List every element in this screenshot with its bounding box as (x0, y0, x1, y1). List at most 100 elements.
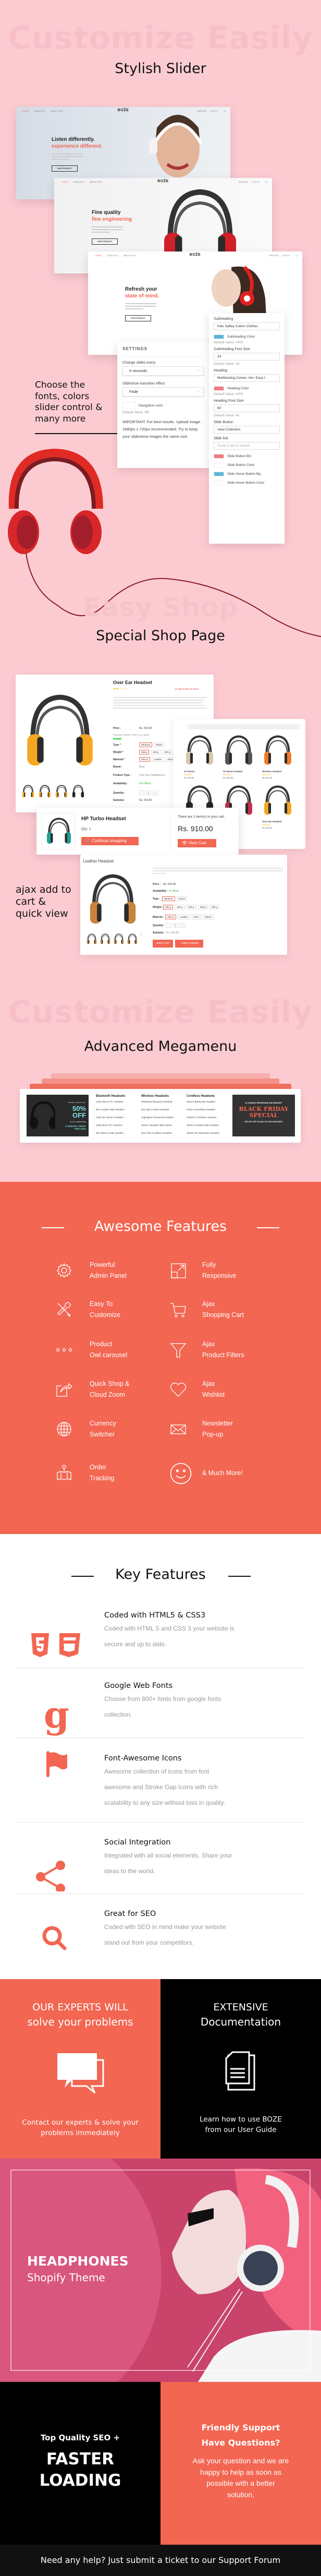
option[interactable]: Wired (177, 896, 188, 901)
promo-banner-left[interactable]: SMART HEAD INC. 50% OFF ON ANY HEADPHONE… (27, 1095, 89, 1136)
nav-color-swatch[interactable] (122, 402, 135, 409)
option[interactable]: Wired (154, 742, 165, 747)
qty-minus[interactable]: - (166, 923, 171, 928)
megamenu-link[interactable]: USB PC Cordless Headset (187, 1117, 231, 1124)
megamenu-link[interactable]: Stereo Bluetooth Headset (187, 1101, 231, 1109)
shop-product-button[interactable]: SHOP PRODUCT (125, 315, 152, 321)
change-slides-select[interactable]: 5 seconds (122, 366, 204, 376)
megamenu-column-title[interactable]: Cordless Headsets (187, 1095, 231, 1098)
option[interactable]: 300 g (186, 905, 196, 909)
thumbnail[interactable] (22, 784, 34, 799)
subheading-size-label: SubHeading Font Size (214, 348, 251, 351)
megamenu-column-title[interactable]: Bluetooth Headsets (96, 1095, 140, 1098)
add-to-wishlist-button[interactable]: ♡Add to wishlist (175, 940, 203, 948)
promo-banner-right[interactable]: EL DORADO HEADPHONE AND HEADSET BLACK FR… (232, 1095, 295, 1136)
qty-input[interactable]: 1 (145, 790, 152, 795)
key-feature-desc: Integrated with all social elements. Sha… (104, 1848, 281, 1879)
option[interactable]: 250 g (151, 750, 161, 754)
footer-support-link[interactable]: Need any help? Just submit a ticket to o… (0, 2545, 321, 2576)
megamenu-link[interactable]: Stereo Corded USB Headset (187, 1124, 231, 1132)
option[interactable]: 280 g (175, 905, 185, 909)
thumbnail[interactable] (114, 933, 124, 945)
subheading-color-row[interactable]: SubHeading Color (214, 334, 280, 339)
eye-icon: 👁 (182, 841, 189, 845)
heading-input[interactable]: Multitasking Comes <br> Easy t (214, 374, 280, 382)
docs-subtitle: Documentation (200, 2016, 281, 2028)
side-text-line: quick view (16, 908, 68, 919)
qty-plus[interactable]: + (180, 923, 186, 928)
qty-input[interactable]: 1 (172, 923, 179, 928)
option[interactable]: Plastic (202, 915, 214, 919)
option[interactable]: Wireless (139, 742, 153, 747)
key-feature-desc: Coded with HTML 5 and CSS 3 your website… (104, 1621, 281, 1652)
transition-select[interactable]: Fade (122, 387, 204, 397)
button-label: Add to wishlist (182, 942, 199, 945)
thumbnail[interactable] (127, 933, 138, 945)
shop-product-button[interactable]: SHOP PRODUCT (52, 165, 78, 172)
heading-color-row[interactable]: Heading Color (214, 386, 280, 391)
qty-minus[interactable]: - (139, 790, 144, 795)
slide-heading-line2: state of mind. (125, 293, 159, 299)
option[interactable]: 250 g (163, 905, 174, 909)
option[interactable]: Leather (178, 915, 190, 919)
slider-features-text: Choose the fonts, colors slider control … (35, 380, 103, 425)
megamenu-link[interactable]: Duo Flex Cordless Headset (141, 1132, 186, 1140)
megamenu-link[interactable]: USB MS Stereo Headset (96, 1117, 140, 1124)
thumbnail[interactable] (39, 784, 51, 799)
option[interactable]: Leather (152, 757, 164, 762)
add-to-cart-button[interactable]: Add to Cart (153, 940, 173, 948)
megamenu-link[interactable]: Stereo Headset With Stand (141, 1124, 186, 1132)
heading-label: Heading (214, 369, 228, 373)
chevron-right-icon[interactable]: › (141, 933, 142, 945)
grid-product-card[interactable]: Over Ear Headset ★★★★☆ Rs. 910.00 (262, 785, 301, 830)
qty-plus[interactable]: + (153, 790, 158, 795)
megamenu-link[interactable]: USB Stereo PC Headset (96, 1101, 140, 1109)
feature-item: Ajax Shopping Cart (202, 1299, 244, 1321)
grid-product-card[interactable]: X2 Noise Isolated ★★★★☆ Rs. 850.00 (223, 735, 262, 780)
megamenu-link[interactable]: Noise Cancelling Headset (187, 1109, 231, 1117)
megamenu-link[interactable]: MS Corded USB Headset (96, 1109, 140, 1117)
thumbnail[interactable] (55, 784, 68, 799)
megamenu-link[interactable]: Duo QD Corded Headset (141, 1109, 186, 1117)
option[interactable]: 289 g (139, 750, 150, 754)
value: 8 In Stock (139, 782, 151, 785)
megamenu-column-title[interactable]: Wireless Headsets (141, 1095, 186, 1098)
grid-product-card[interactable]: Wireless Headset ★★★★☆ Rs. 910.00 (262, 735, 301, 780)
banner-sub: ON ANY HEADPHONE (69, 1121, 86, 1123)
label: Weight : (153, 906, 163, 909)
subheading-input[interactable]: Kids Saftey Cotton Clothes (214, 322, 280, 330)
megamenu-link[interactable]: MS Stereo USB Headset (96, 1132, 140, 1140)
feature-item: Quick Shop & Cloud Zoom (90, 1379, 129, 1400)
continue-shopping-button[interactable]: 🛒 Continue shopping (81, 837, 139, 845)
nav-color-row[interactable]: Navigation color (122, 402, 204, 409)
subheading-size-input[interactable]: 24 (214, 353, 280, 361)
option[interactable]: 289 g (197, 905, 208, 909)
slide-button-input[interactable]: View Collection (214, 426, 280, 434)
feature-line: Ajax (202, 1380, 215, 1387)
option[interactable]: Silicon (139, 757, 151, 762)
grid-toolbar[interactable] (188, 724, 300, 729)
product-thumbnails[interactable] (22, 784, 84, 799)
color-swatch[interactable] (214, 386, 224, 391)
option[interactable]: 299 g (209, 905, 220, 909)
thumbnail[interactable] (87, 933, 97, 945)
thumbnail[interactable] (72, 784, 84, 799)
megamenu-link[interactable]: Supraplus Monaural Headset (141, 1117, 186, 1124)
quick-view-thumbnails[interactable]: › (87, 933, 142, 945)
experts-subtitle: solve your problems (27, 2016, 133, 2028)
heading-size-input[interactable]: 60 (214, 404, 280, 412)
grid-product-card[interactable]: X2 Stereo ★★★★☆ Rs. 910.00 (184, 735, 223, 780)
shop-product-button[interactable]: SHOP PRODUCT (92, 238, 118, 245)
view-cart-button[interactable]: 👁 View Cart (178, 839, 216, 847)
thumbnail[interactable] (100, 933, 110, 945)
option[interactable]: Fibre (191, 915, 201, 919)
option[interactable]: Wireless (162, 896, 176, 901)
seo-panel: Top Quality SEO + FASTER LOADING (0, 2382, 160, 2545)
option[interactable]: Silicon (165, 915, 177, 919)
megamenu-link[interactable]: Wideband Binaural Headset (141, 1101, 186, 1109)
megamenu-link[interactable]: USB Mono PC Headset (96, 1124, 140, 1132)
document-icon (225, 2051, 255, 2091)
color-swatch[interactable] (214, 334, 224, 339)
megamenu-link[interactable]: Stereo PC Bluetooth Headset (187, 1132, 231, 1140)
option[interactable]: 300 g (162, 750, 172, 754)
